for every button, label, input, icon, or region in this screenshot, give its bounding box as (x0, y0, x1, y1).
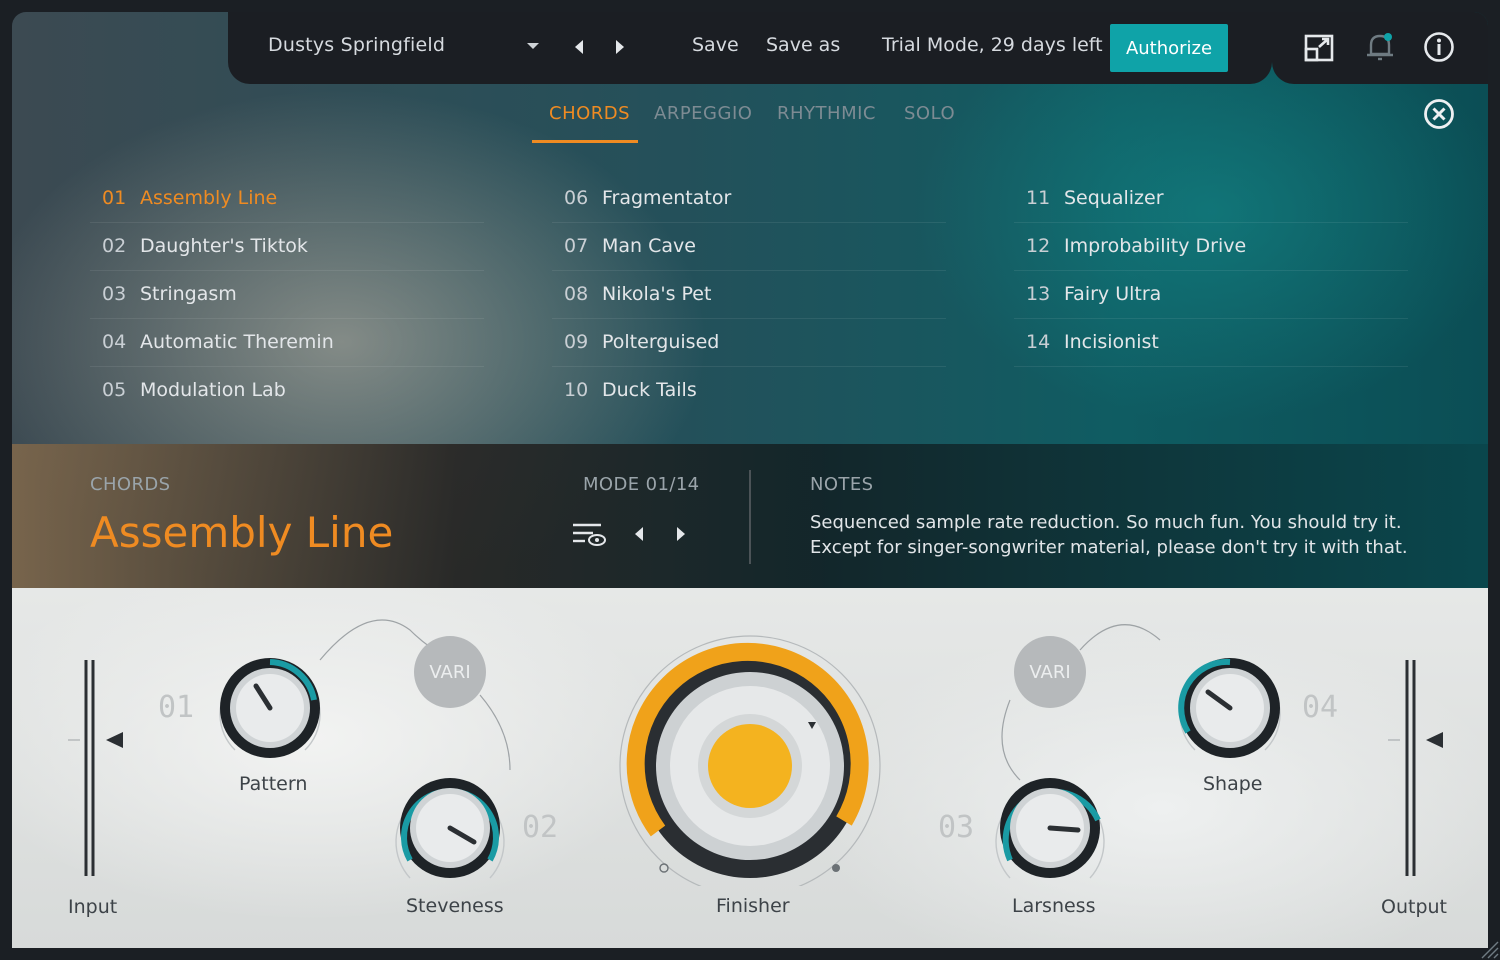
input-level-slider[interactable] (66, 656, 126, 882)
vari-button-left[interactable]: VARI (414, 636, 486, 708)
mode-counter: MODE 01/14 (583, 474, 700, 495)
save-button[interactable]: Save (692, 34, 739, 56)
info-icon[interactable] (1423, 31, 1455, 63)
mode-item-13[interactable]: 13 Fairy Ultra (1014, 270, 1408, 319)
mode-number: 09 (564, 331, 589, 353)
mode-item-11[interactable]: 11 Sequalizer (1014, 174, 1408, 223)
mode-name: Man Cave (602, 235, 696, 257)
mode-item-06[interactable]: 06 Fragmentator (552, 174, 946, 223)
finisher-knob[interactable] (610, 626, 890, 886)
trial-status: Trial Mode, 29 days left (882, 34, 1103, 56)
preset-name[interactable]: Dustys Springfield (268, 34, 445, 56)
shape-label: Shape (1203, 773, 1263, 795)
pattern-label: Pattern (239, 773, 308, 795)
tab-solo[interactable]: SOLO (904, 103, 955, 124)
mode-number: 03 (102, 283, 127, 305)
mode-name: Stringasm (140, 283, 237, 305)
mode-number: 07 (564, 235, 589, 257)
mode-name: Sequalizer (1064, 187, 1164, 209)
close-icon[interactable] (1423, 98, 1455, 130)
mode-name: Fairy Ultra (1064, 283, 1162, 305)
save-as-button[interactable]: Save as (766, 34, 840, 56)
mode-list-icon[interactable] (571, 520, 607, 550)
mode-number: 14 (1026, 331, 1051, 353)
mode-name: Fragmentator (602, 187, 732, 209)
previous-preset-icon[interactable] (572, 38, 586, 56)
output-label: Output (1381, 896, 1447, 918)
mode-item-03[interactable]: 03 Stringasm (90, 270, 484, 319)
mode-item-09[interactable]: 09 Polterguised (552, 318, 946, 367)
mode-number: 02 (102, 235, 127, 257)
mode-number: 11 (1026, 187, 1051, 209)
mode-number: 08 (564, 283, 589, 305)
mode-item-01[interactable]: 01 Assembly Line (90, 174, 484, 223)
mode-item-04[interactable]: 04 Automatic Theremin (90, 318, 484, 367)
mode-item-05[interactable]: 05 Modulation Lab (90, 366, 484, 414)
chevron-down-icon[interactable] (526, 41, 540, 51)
category-label: CHORDS (90, 474, 171, 495)
mode-number: 13 (1026, 283, 1051, 305)
active-tab-indicator (532, 140, 638, 143)
previous-mode-icon[interactable] (633, 525, 645, 543)
mode-number: 01 (102, 187, 127, 209)
next-preset-icon[interactable] (613, 38, 627, 56)
tab-arpeggio[interactable]: ARPEGGIO (654, 103, 752, 124)
mode-item-08[interactable]: 08 Nikola's Pet (552, 270, 946, 319)
mode-number: 12 (1026, 235, 1051, 257)
mode-name: Assembly Line (140, 187, 278, 209)
current-mode-title: Assembly Line (90, 508, 394, 557)
larsness-knob[interactable] (980, 760, 1120, 900)
mode-item-02[interactable]: 02 Daughter's Tiktok (90, 222, 484, 271)
notes-line-2: Except for singer-songwriter material, p… (810, 537, 1408, 558)
mode-name: Modulation Lab (140, 379, 286, 401)
mode-number: 04 (102, 331, 127, 353)
resize-icon[interactable] (1303, 32, 1335, 64)
pattern-knob[interactable] (200, 640, 340, 780)
input-label: Input (68, 896, 118, 918)
authorize-button[interactable]: Authorize (1110, 24, 1228, 72)
mode-number: 10 (564, 379, 589, 401)
output-level-slider[interactable] (1384, 656, 1444, 882)
larsness-label: Larsness (1012, 895, 1096, 917)
vari-button-right[interactable]: VARI (1014, 636, 1086, 708)
mode-number: 06 (564, 187, 589, 209)
mode-item-07[interactable]: 07 Man Cave (552, 222, 946, 271)
tab-rhythmic[interactable]: RHYTHMIC (777, 103, 876, 124)
notes-label: NOTES (810, 474, 874, 495)
steveness-knob[interactable] (380, 760, 520, 900)
mode-item-10[interactable]: 10 Duck Tails (552, 366, 946, 414)
mode-notes: Sequenced sample rate reduction. So much… (810, 510, 1410, 560)
slot-number-02: 02 (522, 810, 559, 845)
slot-number-04: 04 (1302, 690, 1339, 725)
bell-icon[interactable] (1364, 30, 1396, 64)
mode-name: Improbability Drive (1064, 235, 1247, 257)
resize-grip-icon[interactable] (1478, 934, 1500, 960)
next-mode-icon[interactable] (675, 525, 687, 543)
mode-item-12[interactable]: 12 Improbability Drive (1014, 222, 1408, 271)
mode-number: 05 (102, 379, 127, 401)
mode-name: Daughter's Tiktok (140, 235, 308, 257)
slot-number-01: 01 (158, 690, 195, 725)
steveness-label: Steveness (406, 895, 504, 917)
finisher-label: Finisher (716, 895, 790, 917)
slot-number-03: 03 (938, 810, 975, 845)
mode-name: Polterguised (602, 331, 720, 353)
notes-line-1: Sequenced sample rate reduction. So much… (810, 512, 1402, 533)
mode-name: Automatic Theremin (140, 331, 334, 353)
mode-name: Duck Tails (602, 379, 697, 401)
shape-knob[interactable] (1160, 640, 1300, 780)
mode-name: Nikola's Pet (602, 283, 712, 305)
tab-chords[interactable]: CHORDS (549, 103, 630, 124)
mode-name: Incisionist (1064, 331, 1159, 353)
mode-item-14[interactable]: 14 Incisionist (1014, 318, 1408, 367)
divider (749, 470, 751, 564)
